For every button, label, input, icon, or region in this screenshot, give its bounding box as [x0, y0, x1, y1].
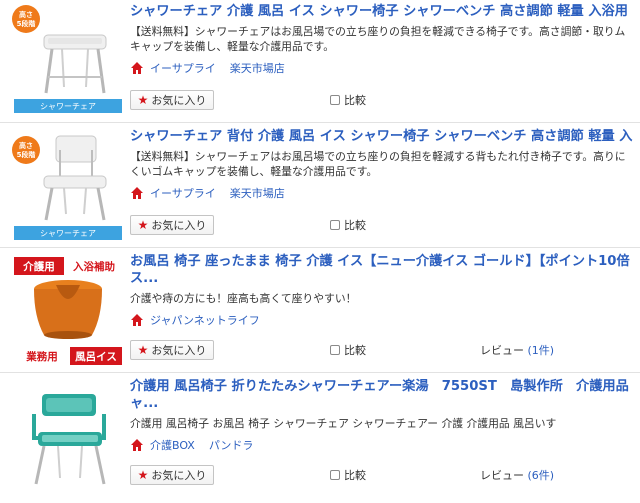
- review-info: レビュー (6件): [480, 467, 554, 483]
- house-icon: [131, 439, 143, 451]
- compare-label: 比較: [344, 219, 366, 232]
- favorite-button[interactable]: ★ お気に入り: [130, 90, 214, 110]
- review-info: レビュー (1件): [480, 342, 554, 358]
- result-content: お風呂 椅子 座ったまま 椅子 介護 イス【ニュー介護イス ゴールド】【ポイント…: [130, 253, 640, 360]
- shop-sub-link[interactable]: 楽天市場店: [230, 60, 285, 76]
- svg-text:シャワーチェア: シャワーチェア: [40, 229, 96, 238]
- product-thumbnail[interactable]: [12, 380, 124, 492]
- shower-chair-image: 高さ 5段階 シャワーチェア: [12, 5, 124, 117]
- compare-label: 比較: [344, 94, 366, 107]
- shop-link[interactable]: ジャパンネットライフ: [150, 312, 260, 328]
- shop-info: ジャパンネットライフ: [130, 312, 640, 328]
- review-label: レビュー: [480, 469, 524, 482]
- review-count-link[interactable]: (1件): [528, 344, 555, 357]
- compare-label: 比較: [344, 344, 366, 357]
- thumb-label-top-right: 入浴補助: [73, 260, 115, 273]
- search-results: 高さ 5段階 シャワーチェア シャワーチェア 介護 風呂 イス シャワー椅子 シ…: [0, 0, 640, 503]
- svg-text:高さ: 高さ: [19, 10, 33, 19]
- product-description: 【送料無料】シャワーチェアはお風呂場での立ち座りの負担を軽減できる椅子です。高さ…: [130, 25, 626, 53]
- product-description: 介護や痔の方にも！座高も高くて座りやすい！: [130, 292, 357, 305]
- shop-info: イーサプライ 楽天市場店: [130, 185, 640, 201]
- svg-text:5段階: 5段階: [17, 150, 36, 159]
- favorite-label: お気に入り: [151, 94, 207, 107]
- product-title-link[interactable]: お風呂 椅子 座ったまま 椅子 介護 イス【ニュー介護イス ゴールド】【ポイント…: [130, 253, 636, 287]
- favorite-button[interactable]: ★ お気に入り: [130, 465, 214, 485]
- checkbox-icon[interactable]: [330, 95, 340, 105]
- thumb-label-bottom-left: 業務用: [25, 350, 58, 363]
- favorite-label: お気に入り: [151, 219, 207, 232]
- checkbox-icon[interactable]: [330, 470, 340, 480]
- svg-text:5段階: 5段階: [17, 19, 36, 28]
- product-title-link[interactable]: 介護用 風呂椅子 折りたたみシャワーチェアー楽湯 7550ST 島製作所 介護用…: [130, 378, 636, 412]
- thumb-caption: シャワーチェア: [40, 102, 96, 111]
- compare-toggle[interactable]: 比較: [330, 217, 366, 233]
- result-content: 介護用 風呂椅子 折りたたみシャワーチェアー楽湯 7550ST 島製作所 介護用…: [130, 378, 640, 485]
- shop-sub-link[interactable]: パンドラ: [209, 437, 254, 453]
- favorite-button[interactable]: ★ お気に入り: [130, 215, 214, 235]
- result-content: シャワーチェア 背付 介護 風呂 イス シャワー椅子 シャワーベンチ 高さ調節 …: [130, 128, 640, 235]
- star-icon: ★: [137, 343, 149, 357]
- favorite-label: お気に入り: [151, 344, 207, 357]
- star-icon: ★: [137, 218, 149, 232]
- thumb-label-top-left: 介護用: [22, 260, 55, 273]
- shop-link[interactable]: 介護BOX: [150, 437, 195, 453]
- shop-link[interactable]: イーサプライ: [150, 185, 216, 201]
- favorite-button[interactable]: ★ お気に入り: [130, 340, 214, 360]
- review-label: レビュー: [480, 344, 524, 357]
- shop-sub-link[interactable]: 楽天市場店: [230, 185, 285, 201]
- result-item-2: 高さ 5段階 シャワーチェア シャワーチェア 背付 介護 風呂 イス シャワー椅…: [0, 124, 640, 248]
- item-actions: ★ お気に入り 比較: [130, 90, 640, 114]
- item-actions: ★ お気に入り 比較: [130, 215, 640, 239]
- compare-toggle[interactable]: 比較: [330, 342, 366, 358]
- shower-chair-back-image: 高さ 5段階 シャワーチェア: [12, 130, 124, 242]
- favorite-label: お気に入り: [151, 469, 207, 482]
- checkbox-icon[interactable]: [330, 345, 340, 355]
- product-title-link[interactable]: シャワーチェア 背付 介護 風呂 イス シャワー椅子 シャワーベンチ 高さ調節 …: [130, 128, 640, 145]
- thumb-label-bottom-right: 風呂イス: [75, 351, 117, 363]
- shop-info: イーサプライ 楽天市場店: [130, 60, 640, 76]
- result-item-4: 介護用 風呂椅子 折りたたみシャワーチェアー楽湯 7550ST 島製作所 介護用…: [0, 374, 640, 503]
- product-thumbnail[interactable]: 介護用 入浴補助 業務用 風呂イス: [12, 255, 124, 367]
- star-icon: ★: [137, 93, 149, 107]
- compare-label: 比較: [344, 469, 366, 482]
- house-icon: [131, 62, 143, 74]
- product-thumbnail[interactable]: 高さ 5段階 シャワーチェア: [12, 5, 124, 117]
- product-title-link[interactable]: シャワーチェア 介護 風呂 イス シャワー椅子 シャワーベンチ 高さ調節 軽量 …: [130, 3, 640, 20]
- result-content: シャワーチェア 介護 風呂 イス シャワー椅子 シャワーベンチ 高さ調節 軽量 …: [130, 3, 640, 110]
- bath-stool-image: 介護用 入浴補助 業務用 風呂イス: [12, 255, 124, 367]
- product-thumbnail[interactable]: 高さ 5段階 シャワーチェア: [12, 130, 124, 242]
- result-item-3: 介護用 入浴補助 業務用 風呂イス お風呂 椅子 座ったまま 椅子 介護 イス【…: [0, 249, 640, 373]
- result-item-1: 高さ 5段階 シャワーチェア シャワーチェア 介護 風呂 イス シャワー椅子 シ…: [0, 0, 640, 123]
- item-actions: ★ お気に入り 比較 レビュー (6件): [130, 465, 640, 489]
- svg-text:高さ: 高さ: [19, 141, 33, 150]
- house-icon: [131, 187, 143, 199]
- star-icon: ★: [137, 468, 149, 482]
- compare-toggle[interactable]: 比較: [330, 92, 366, 108]
- checkbox-icon[interactable]: [330, 220, 340, 230]
- product-description: 介護用 風呂椅子 お風呂 椅子 シャワーチェア シャワーチェアー 介護 介護用品…: [130, 417, 557, 430]
- item-actions: ★ お気に入り 比較 レビュー (1件): [130, 340, 640, 364]
- shop-info: 介護BOX パンドラ: [130, 437, 640, 453]
- product-description: 【送料無料】シャワーチェアはお風呂場での立ち座りの負担を軽減する背もたれ付き椅子…: [130, 150, 626, 178]
- shop-link[interactable]: イーサプライ: [150, 60, 216, 76]
- compare-toggle[interactable]: 比較: [330, 467, 366, 483]
- folding-shower-chair-image: [12, 380, 124, 492]
- review-count-link[interactable]: (6件): [528, 469, 555, 482]
- house-icon: [131, 314, 143, 326]
